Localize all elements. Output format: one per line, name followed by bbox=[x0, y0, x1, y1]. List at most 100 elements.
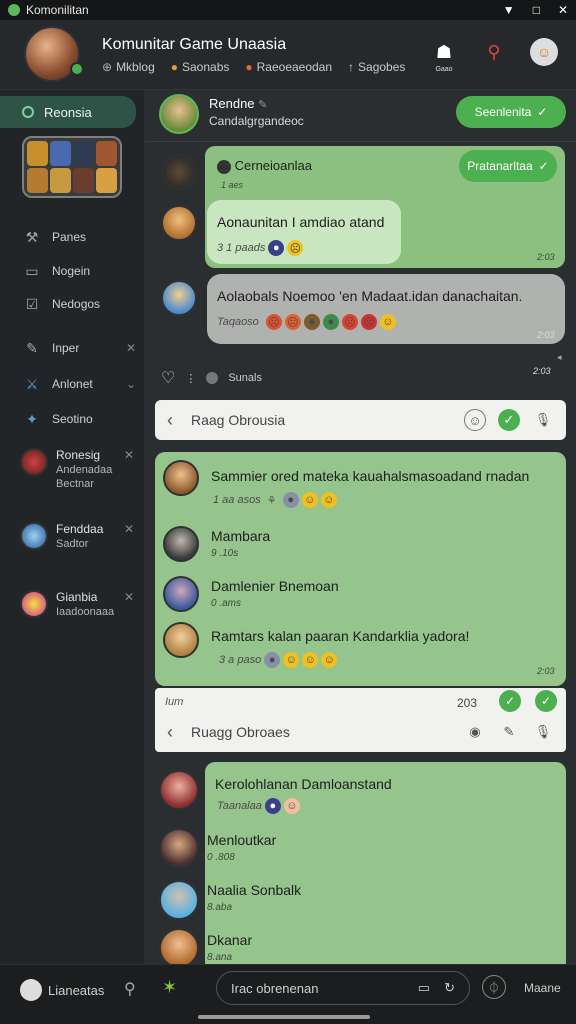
game-thumb bbox=[50, 168, 71, 193]
sidebar-item-label: Nogein bbox=[52, 264, 91, 278]
game-thumb bbox=[73, 141, 94, 166]
reaction-row: Taanalaa ● ☺ bbox=[217, 798, 300, 814]
emoji-icon[interactable]: ☺ bbox=[283, 798, 300, 814]
back-icon[interactable]: ‹ bbox=[167, 722, 173, 743]
chat-icon: ▭ bbox=[25, 262, 39, 279]
sidebar-contact[interactable]: Gianbia Iaadoonaaa ✕ bbox=[20, 590, 140, 626]
maximize-button[interactable]: □ bbox=[533, 3, 540, 17]
message-meta: 3 1 paads bbox=[217, 242, 266, 254]
sidebar-item-active[interactable]: Reonsia bbox=[0, 96, 136, 128]
emoji-icon[interactable]: ☺ bbox=[302, 652, 319, 668]
emoji-icon[interactable]: ● bbox=[282, 492, 299, 508]
emoji-icon[interactable]: ● bbox=[303, 314, 320, 330]
message-time: 8.ana bbox=[207, 952, 233, 963]
contact-name: Ronesig bbox=[56, 448, 101, 462]
collapse-icon[interactable]: ◂ bbox=[557, 352, 562, 363]
chevron-down-icon[interactable]: ⌄ bbox=[126, 377, 136, 391]
gamepad-icon: ☗ bbox=[435, 41, 453, 62]
send-icon[interactable]: ✓ bbox=[498, 409, 520, 431]
emoji-icon[interactable]: ☺ bbox=[320, 492, 337, 508]
meta-item[interactable]: ● Raeoeaeodan bbox=[245, 60, 332, 74]
bottom-nav-right[interactable]: Maane bbox=[524, 981, 561, 995]
attach-icon[interactable]: ✎ bbox=[498, 721, 520, 743]
microphone-icon[interactable]: 🎙︎ bbox=[532, 721, 554, 743]
sidebar-item-seotino[interactable]: ✦ Seotino bbox=[22, 410, 93, 428]
chat-subtitle: Candalgrgandeoc bbox=[209, 114, 304, 128]
refresh-icon[interactable]: ↻ bbox=[444, 980, 455, 996]
join-button[interactable]: Seenlenita ✓ bbox=[456, 96, 566, 128]
heart-icon[interactable]: ♡ bbox=[161, 368, 175, 388]
bottom-bar: Lianeatas ⚲ ✶ Irac obrenenan ▭ ↻ ⏀ Maane bbox=[0, 964, 576, 1024]
reaction-icon bbox=[206, 372, 219, 384]
close-icon[interactable]: ✕ bbox=[124, 590, 134, 604]
sidebar-contact[interactable]: Fenddaa Sadtor ✕ bbox=[20, 522, 140, 558]
emoji-icon[interactable]: ☺ bbox=[301, 492, 318, 508]
close-icon[interactable]: ✕ bbox=[124, 448, 134, 462]
emoji-icon[interactable]: ☺ bbox=[321, 652, 338, 668]
shield-icon: ✦ bbox=[26, 410, 38, 427]
more-icon[interactable]: ⋮ bbox=[185, 372, 196, 385]
avatar bbox=[163, 460, 199, 496]
sidebar-item-panes[interactable]: ⚒ Panes bbox=[22, 228, 86, 246]
game-button[interactable]: ☗ Gaao bbox=[430, 38, 458, 74]
back-icon[interactable]: ‹ bbox=[167, 410, 173, 431]
meta-item[interactable]: ↑ Sagobes bbox=[348, 60, 405, 74]
check-icon[interactable]: ✓ bbox=[535, 690, 557, 712]
message-card bbox=[205, 762, 566, 964]
close-icon[interactable]: ✕ bbox=[126, 341, 136, 355]
emoji-icon[interactable]: ● bbox=[322, 314, 339, 330]
message-author: Mambara bbox=[211, 528, 271, 544]
emoji-picker-icon[interactable]: ☺ bbox=[464, 409, 486, 431]
emoji-icon[interactable]: ☺ bbox=[379, 314, 396, 330]
message-author: Damlenier Bnemoan bbox=[211, 578, 339, 594]
message-bubble[interactable]: Aonaunitan I amdiao atand 3 1 paads ● ☹ bbox=[207, 200, 401, 264]
message-bubble[interactable]: Aolaobals Noemoo 'en Madaat.idan danacha… bbox=[207, 274, 565, 344]
emoji-icon[interactable]: ☹ bbox=[341, 314, 358, 330]
message-author: Dkanar bbox=[207, 932, 253, 948]
sidebar-contact[interactable]: Ronesig Andenadaa Bectnar ✕ bbox=[20, 448, 140, 498]
profile-icon[interactable]: ☺ bbox=[530, 38, 558, 66]
emoji-icon[interactable]: ☹ bbox=[284, 314, 301, 330]
chat-bubble-icon[interactable]: ▭ bbox=[418, 980, 430, 996]
emoji-icon[interactable]: ● bbox=[264, 652, 281, 668]
emoji-icon[interactable]: ● bbox=[268, 240, 285, 256]
avatar bbox=[163, 576, 199, 612]
reaction-row: 3 a paso ● ☺ ☺ ☺ bbox=[219, 652, 338, 668]
emoji-icon[interactable]: ☹ bbox=[265, 314, 282, 330]
target-icon[interactable]: ◉ bbox=[464, 721, 486, 743]
sidebar-item-anlonet[interactable]: ⚔ Anlonet ⌄ bbox=[22, 375, 142, 393]
emoji-icon[interactable]: ☹ bbox=[360, 314, 377, 330]
sidebar-item-nogein[interactable]: ▭ Nogein bbox=[22, 262, 90, 280]
message-time: 2:03 bbox=[537, 666, 555, 676]
close-icon[interactable]: ✕ bbox=[124, 522, 134, 536]
search-icon[interactable]: ⚲ bbox=[124, 979, 136, 999]
emoji-icon[interactable]: ☺ bbox=[283, 652, 300, 668]
game-thumb bbox=[27, 168, 48, 193]
menu-icon[interactable]: ⏀ bbox=[482, 975, 506, 999]
meta-label: Raeoeaeodan bbox=[256, 60, 333, 74]
meta-item[interactable]: ● Saonabs bbox=[171, 60, 230, 74]
meta-item[interactable]: ⊕ Mkblog bbox=[102, 60, 155, 74]
minimize-button[interactable]: ▼ bbox=[503, 3, 515, 17]
message-input[interactable]: ‹ Ruagg Obroaes ◉ ✎ 🎙︎ bbox=[155, 712, 566, 752]
pin-alert-icon[interactable]: ⚲ bbox=[480, 38, 508, 66]
emoji-icon[interactable]: ☹ bbox=[287, 240, 304, 256]
game-thumbnail-grid[interactable] bbox=[22, 136, 122, 198]
sidebar-item-nedogos[interactable]: ☑ Nedogos bbox=[22, 295, 100, 313]
bottom-search-input[interactable]: Irac obrenenan ▭ ↻ bbox=[216, 971, 470, 1005]
close-button[interactable]: ✕ bbox=[558, 3, 568, 17]
emoji-icon[interactable]: ⚘ bbox=[264, 492, 280, 508]
message-input[interactable]: ‹ Raag Obrousia ☺ ✓ 🎙︎ bbox=[155, 400, 566, 440]
avatar[interactable] bbox=[159, 94, 199, 134]
emoji-icon[interactable]: ● bbox=[264, 798, 281, 814]
check-icon[interactable]: ✓ bbox=[499, 690, 521, 712]
community-title: Komunitar Game Unaasia bbox=[102, 36, 287, 53]
sidebar-item-inper[interactable]: ✎ Inper ✕ bbox=[22, 339, 142, 357]
message-time: 2:03 bbox=[537, 330, 555, 340]
leaf-icon[interactable]: ✶ bbox=[162, 977, 177, 998]
bottom-nav-left[interactable]: Lianeatas bbox=[20, 979, 104, 1001]
microphone-icon[interactable]: 🎙︎ bbox=[532, 409, 554, 431]
contact-name: Fenddaa bbox=[56, 522, 104, 536]
avatar bbox=[161, 280, 197, 316]
reply-button[interactable]: Pratanarltaa ✓ bbox=[459, 150, 557, 182]
